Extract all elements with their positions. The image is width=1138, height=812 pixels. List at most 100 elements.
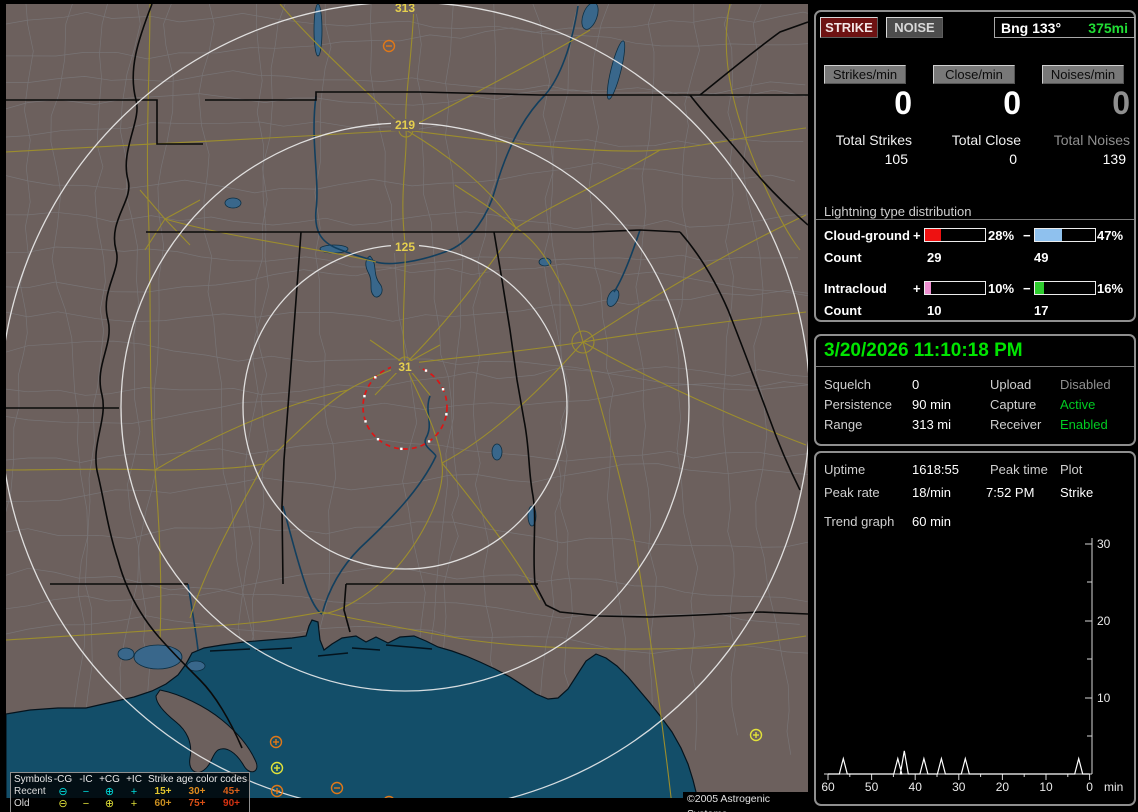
intracloud-row: Intracloud + 10% − 16% [816, 281, 1134, 296]
legend-row-recent: Recent [14, 786, 46, 797]
legend-col-nic: -IC [79, 774, 93, 785]
range-ring-label-31: 31 [398, 360, 412, 374]
close-per-min-button[interactable]: Close/min [933, 65, 1015, 84]
cloud-ground-count-row: Count 29 49 [816, 250, 1134, 265]
map-legend: Symbols -CG -IC +CG +IC Strike age color… [10, 772, 250, 812]
plot-mode-value: Strike [1060, 485, 1094, 500]
total-close-value: 0 [1009, 151, 1017, 167]
ic-positive-count: 10 [927, 303, 942, 318]
capture-status: Active [1060, 397, 1096, 412]
count-label: Count [824, 250, 862, 265]
range-value: 313 mi [912, 417, 952, 432]
legend-row-old: Old [14, 798, 30, 809]
graph-axes [824, 538, 1093, 780]
squelch-label: Squelch [824, 377, 871, 392]
legend-col-pic: +IC [126, 774, 142, 785]
recent-minus-icon: − [82, 786, 90, 798]
x-axis-unit: min [1104, 780, 1123, 794]
datetime-display: 3/20/2026 11:10:18 PM [824, 340, 1023, 361]
total-noises-label: Total Noises [1053, 132, 1130, 148]
trend-graph-window: 60 min [912, 514, 952, 529]
upload-label: Upload [990, 377, 1032, 392]
age-90: 90+ [223, 798, 240, 809]
svg-text:10: 10 [1039, 780, 1053, 794]
legend-age-header: Strike age color codes [148, 774, 247, 785]
uptime-value: 1618:55 [912, 462, 959, 477]
trend-panel: Uptime 1618:55 Peak time Plot Peak rate … [814, 451, 1136, 806]
distribution-title: Lightning type distribution [824, 204, 972, 219]
squelch-value: 0 [912, 377, 920, 392]
plus-sign: + [913, 228, 921, 243]
noises-per-min-button[interactable]: Noises/min [1042, 65, 1124, 84]
copyright-label: ©2005 Astrogenic Systems [683, 792, 810, 812]
range-ring-label-219: 219 [395, 118, 415, 132]
svg-text:0: 0 [1086, 780, 1093, 794]
peak-time-value: 7:52 PM [986, 485, 1035, 500]
cg-negative-percent: 47% [1097, 228, 1124, 243]
age-60: 60+ [154, 798, 172, 809]
ic-negative-percent: 16% [1097, 281, 1124, 296]
persistence-value: 90 min [912, 397, 952, 412]
legend-col-pcg: +CG [99, 774, 120, 785]
cg-negative-count: 49 [1034, 250, 1049, 265]
map-display[interactable]: 313 219 125 31 Symbols -CG -IC +CG +IC Stri… [0, 0, 810, 812]
minus-sign: − [1023, 281, 1031, 296]
strikes-per-min-button[interactable]: Strikes/min [824, 65, 906, 84]
cg-positive-percent: 28% [988, 228, 1015, 243]
cg-negative-bar [1034, 228, 1096, 242]
legend-symbols-header: Symbols [14, 774, 53, 785]
svg-text:50: 50 [865, 780, 879, 794]
age-30: 30+ [188, 786, 206, 797]
status-panel: 3/20/2026 11:10:18 PM Squelch 0 Upload D… [814, 334, 1136, 446]
old-circle-plus-icon: ⊕ [104, 798, 115, 810]
svg-text:30: 30 [1097, 537, 1111, 551]
trend-graph: 60 50 40 30 20 10 0 min 30 20 10 [821, 537, 1123, 794]
intracloud-count-row: Count 10 17 [816, 303, 1134, 318]
trend-line [828, 750, 1090, 775]
peak-rate-label: Peak rate [824, 485, 880, 500]
close-counter-column: Close/min 0 Total Close 0 [933, 12, 1021, 182]
app-window: 313 219 125 31 Symbols -CG -IC +CG +IC Stri… [0, 0, 1138, 812]
recent-plus-icon: + [130, 786, 138, 798]
svg-text:20: 20 [1097, 614, 1111, 628]
svg-text:10: 10 [1097, 691, 1111, 705]
intracloud-label: Intracloud [824, 281, 887, 296]
noises-counter-column: Noises/min 0 Total Noises 139 [1042, 12, 1130, 182]
ic-positive-bar [924, 281, 986, 295]
strikes-rate-value: 0 [894, 85, 912, 121]
old-plus-icon: + [130, 798, 138, 810]
cloud-ground-label: Cloud-ground [824, 228, 910, 243]
receiver-status: Enabled [1060, 417, 1108, 432]
legend-col-ncg: -CG [53, 774, 73, 785]
age-15: 15+ [154, 786, 172, 797]
peak-rate-value: 18/min [912, 485, 952, 500]
graph-tick-labels: 60 50 40 30 20 10 0 min 30 20 10 [821, 537, 1123, 794]
close-rate-value: 0 [1003, 85, 1021, 121]
old-minus-icon: − [82, 798, 90, 810]
total-strikes-value: 105 [884, 151, 908, 167]
ic-negative-bar [1034, 281, 1096, 295]
persistence-label: Persistence [824, 397, 892, 412]
noises-rate-value: 0 [1112, 85, 1130, 121]
age-75: 75+ [188, 798, 206, 809]
uptime-label: Uptime [824, 462, 866, 477]
upload-status: Disabled [1060, 377, 1111, 392]
minus-sign: − [1023, 228, 1031, 243]
recent-circle-plus-icon: ⊕ [104, 786, 115, 798]
map-canvas: 313 219 125 31 [6, 1, 808, 798]
total-strikes-label: Total Strikes [835, 132, 912, 148]
range-ring-label-313: 313 [395, 1, 415, 15]
cg-positive-count: 29 [927, 250, 942, 265]
strikes-counter-column: Strikes/min 0 Total Strikes 105 [824, 12, 912, 182]
ic-positive-percent: 10% [988, 281, 1015, 296]
distribution-divider [816, 219, 1134, 220]
datetime-divider [816, 366, 1134, 367]
trend-graph-label: Trend graph [824, 514, 895, 529]
svg-text:20: 20 [996, 780, 1010, 794]
cloud-ground-row: Cloud-ground + 28% − 47% [816, 228, 1134, 243]
svg-text:30: 30 [952, 780, 966, 794]
capture-label: Capture [990, 397, 1037, 412]
age-45: 45+ [223, 786, 240, 797]
plus-sign: + [913, 281, 921, 296]
plot-label: Plot [1060, 462, 1083, 477]
